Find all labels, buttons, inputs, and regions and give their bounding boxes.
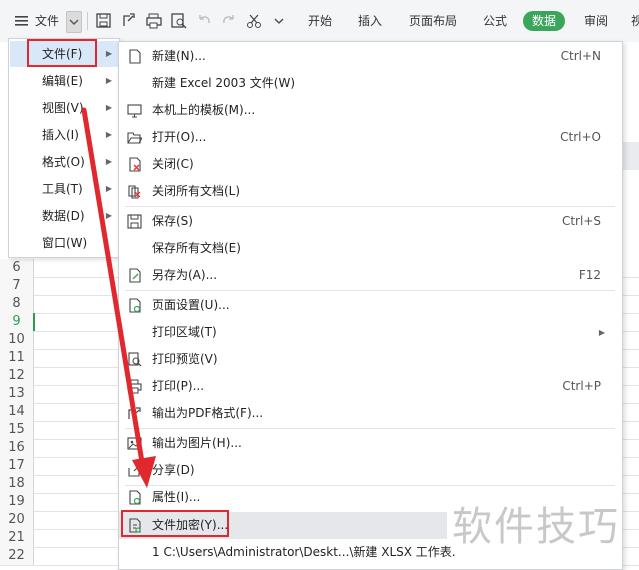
watermark-text: 软件技巧 xyxy=(452,504,620,550)
annotation-arrow xyxy=(81,107,156,488)
